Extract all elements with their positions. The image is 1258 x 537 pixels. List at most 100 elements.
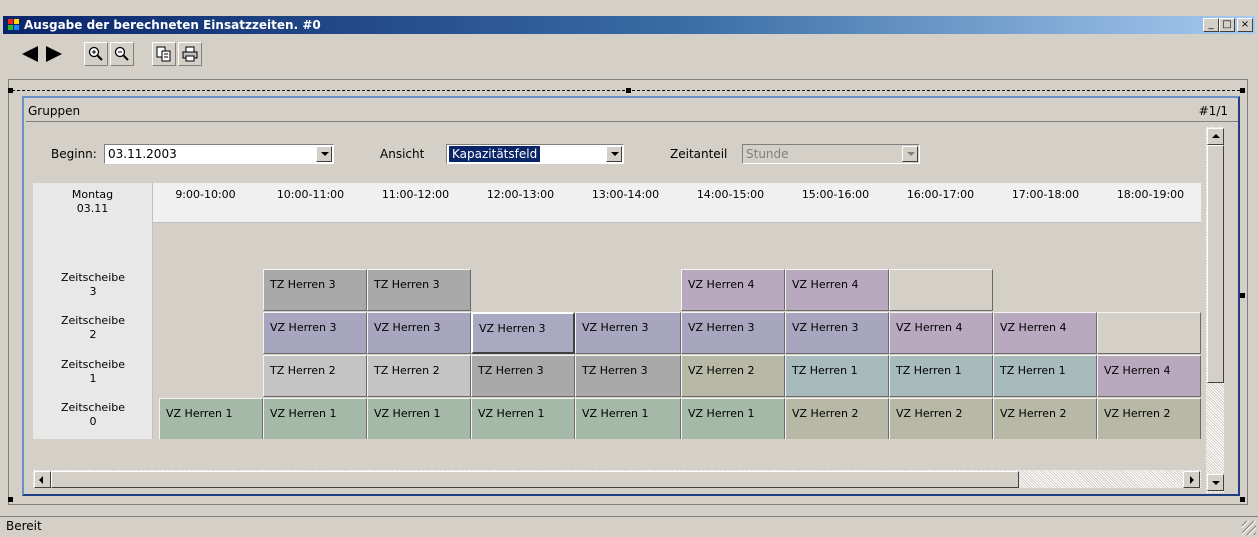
schedule-cell[interactable]: VZ Herren 1 <box>681 398 785 439</box>
schedule-cell[interactable]: VZ Herren 3 <box>785 312 889 354</box>
minimize-button[interactable]: _ <box>1203 18 1219 32</box>
schedule-cell[interactable]: VZ Herren 4 <box>1097 355 1201 397</box>
schedule-cell[interactable]: VZ Herren 3 <box>575 312 681 354</box>
resize-handle-top-left[interactable] <box>8 88 13 93</box>
schedule-cell[interactable]: TZ Herren 2 <box>367 355 471 397</box>
share-value: Stunde <box>746 147 789 161</box>
schedule-cell[interactable]: VZ Herren 1 <box>471 398 575 439</box>
schedule-cell-empty[interactable] <box>1097 312 1201 354</box>
schedule-cell[interactable]: VZ Herren 2 <box>681 355 785 397</box>
hour-header: 13:00-14:00 <box>591 188 660 201</box>
schedule-cell[interactable]: VZ Herren 4 <box>681 269 785 311</box>
schedule-cell[interactable]: TZ Herren 1 <box>889 355 993 397</box>
schedule-cell[interactable]: VZ Herren 3 <box>681 312 785 354</box>
begin-date-value: 03.11.2003 <box>108 147 177 161</box>
day-name: Montag <box>71 188 114 201</box>
page-indicator: #1/1 <box>1198 104 1228 118</box>
schedule-cell[interactable]: VZ Herren 2 <box>889 398 993 439</box>
arrow-left-icon <box>22 46 38 62</box>
row-label-text: Zeitscheibe <box>61 358 125 371</box>
row-labels: Zeitscheibe 3 Zeitscheibe 2 Zeitscheibe 1 Z… <box>33 223 153 439</box>
schedule-cell[interactable]: VZ Herren 2 <box>785 398 889 439</box>
print-button[interactable] <box>178 42 202 66</box>
schedule-cell[interactable]: TZ Herren 3 <box>575 355 681 397</box>
day-header: Montag 03.11 <box>33 183 153 223</box>
row-label-text: Zeitscheibe <box>61 314 125 327</box>
toolbar <box>6 40 226 68</box>
hour-header: 10:00-11:00 <box>276 188 345 201</box>
panel-divider <box>26 121 1238 122</box>
row-label: Zeitscheibe 2 <box>33 314 153 342</box>
hour-header: 15:00-16:00 <box>801 188 870 201</box>
chevron-down-icon[interactable] <box>606 146 622 162</box>
zoom-in-icon <box>88 46 103 61</box>
schedule-cell[interactable]: TZ Herren 3 <box>367 269 471 311</box>
copy-button[interactable] <box>152 42 176 66</box>
resize-grip-icon[interactable] <box>1242 521 1256 535</box>
horizontal-scroll-thumb[interactable] <box>51 471 1019 488</box>
window-title: Ausgabe der berechneten Einsatzzeiten. #… <box>24 18 321 32</box>
schedule-cell[interactable]: TZ Herren 2 <box>263 355 367 397</box>
schedule-grid: Montag 03.11 9:00-10:00 10:00-11:00 11:0… <box>33 183 1201 439</box>
row-label-text: Zeitscheibe <box>61 271 125 284</box>
schedule-cell[interactable]: TZ Herren 3 <box>263 269 367 311</box>
hour-header: 14:00-15:00 <box>696 188 765 201</box>
grid-header: Montag 03.11 9:00-10:00 10:00-11:00 11:0… <box>33 183 1201 223</box>
forward-button[interactable] <box>42 42 66 66</box>
resize-handle-right[interactable] <box>1240 293 1245 298</box>
hour-header: 18:00-19:00 <box>1116 188 1185 201</box>
resize-handle-bottom-left[interactable] <box>8 497 13 502</box>
schedule-cell[interactable]: VZ Herren 4 <box>889 312 993 354</box>
hour-header: 16:00-17:00 <box>906 188 975 201</box>
row-label-index: 3 <box>89 285 97 298</box>
schedule-cell[interactable]: VZ Herren 3 <box>263 312 367 354</box>
vertical-scroll-thumb[interactable] <box>1207 145 1224 383</box>
resize-handle-top-right[interactable] <box>1240 88 1245 93</box>
row-label: Zeitscheibe 1 <box>33 358 153 386</box>
schedule-cell[interactable]: VZ Herren 3 <box>367 312 471 354</box>
panel-title: Gruppen <box>28 104 81 118</box>
schedule-cell-empty[interactable] <box>889 269 993 311</box>
copy-icon <box>156 46 171 62</box>
resize-handle-top[interactable] <box>626 88 631 93</box>
scroll-left-button[interactable] <box>34 471 51 488</box>
schedule-cell[interactable]: VZ Herren 1 <box>367 398 471 439</box>
row-label: Zeitscheibe 0 <box>33 401 153 429</box>
schedule-cell[interactable]: TZ Herren 1 <box>993 355 1097 397</box>
back-button[interactable] <box>18 42 42 66</box>
close-button[interactable]: × <box>1237 18 1253 32</box>
schedule-cell[interactable]: VZ Herren 1 <box>263 398 367 439</box>
schedule-cell[interactable]: TZ Herren 1 <box>785 355 889 397</box>
row-label-index: 1 <box>89 372 97 385</box>
schedule-cell[interactable]: TZ Herren 3 <box>471 355 575 397</box>
begin-label: Beginn: <box>51 147 97 161</box>
print-icon <box>182 46 198 62</box>
hour-header: 11:00-12:00 <box>381 188 450 201</box>
scroll-right-button[interactable] <box>1183 471 1200 488</box>
schedule-cell[interactable]: VZ Herren 2 <box>1097 398 1201 439</box>
zoom-out-button[interactable] <box>110 42 134 66</box>
begin-date-combo[interactable]: 03.11.2003 <box>104 144 334 164</box>
view-label: Ansicht <box>380 147 425 161</box>
status-text: Bereit <box>6 519 42 533</box>
minimize-icon: _ <box>1208 19 1214 30</box>
view-combo[interactable]: Kapazitätsfeld <box>446 144 624 164</box>
schedule-cell[interactable]: VZ Herren 1 <box>159 398 263 439</box>
schedule-cell-selected[interactable]: VZ Herren 3 <box>471 312 575 354</box>
hour-header: 12:00-13:00 <box>486 188 555 201</box>
row-label-text: Zeitscheibe <box>61 401 125 414</box>
schedule-cell[interactable]: VZ Herren 1 <box>575 398 681 439</box>
scroll-down-button[interactable] <box>1207 474 1224 491</box>
view-value: Kapazitätsfeld <box>449 146 541 162</box>
scroll-up-button[interactable] <box>1207 128 1224 145</box>
schedule-cell[interactable]: VZ Herren 4 <box>785 269 889 311</box>
schedule-cell[interactable]: VZ Herren 2 <box>993 398 1097 439</box>
schedule-cell[interactable]: VZ Herren 4 <box>993 312 1097 354</box>
maximize-button[interactable]: □ <box>1219 18 1235 32</box>
status-bar <box>0 516 1258 537</box>
share-label: Zeitanteil <box>670 147 728 161</box>
resize-handle-bottom-right[interactable] <box>1240 497 1245 502</box>
hour-header: 9:00-10:00 <box>175 188 236 201</box>
chevron-down-icon[interactable] <box>316 146 332 162</box>
zoom-in-button[interactable] <box>84 42 108 66</box>
